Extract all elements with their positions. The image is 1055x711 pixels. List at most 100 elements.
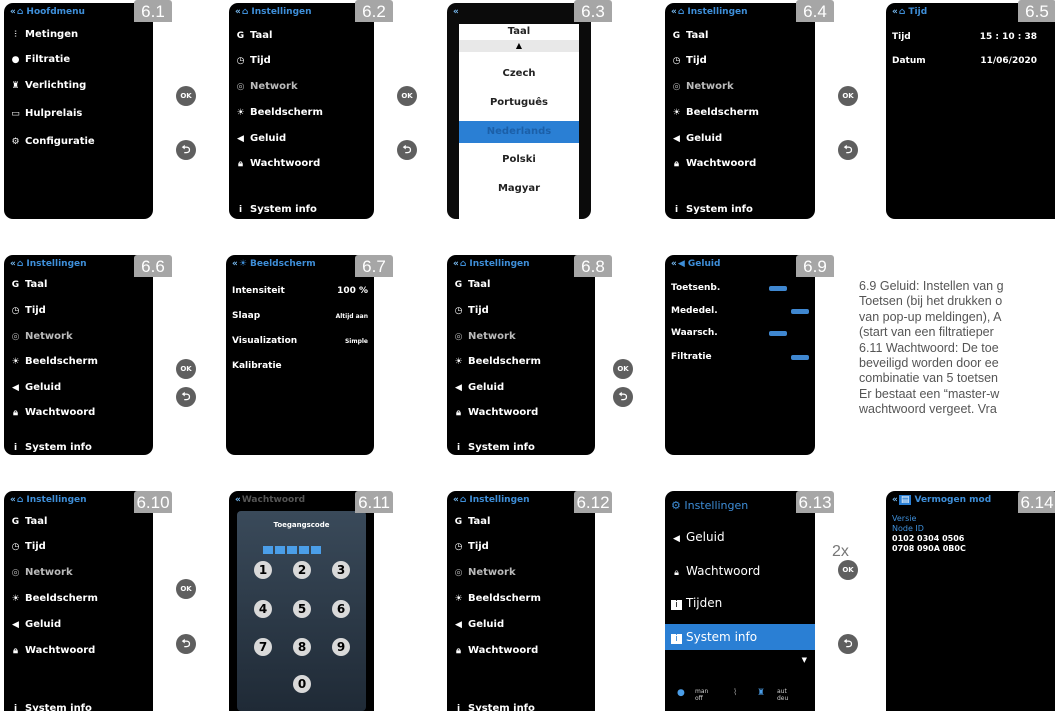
menu-item-system-info[interactable]: i System info (453, 442, 535, 453)
scroll-down-arrow-icon[interactable]: ▼ (802, 656, 807, 664)
key-1[interactable]: 1 (254, 561, 272, 579)
key-3[interactable]: 3 (332, 561, 350, 579)
key-7[interactable]: 7 (254, 638, 272, 656)
menu-item-taal[interactable]: G Taal (671, 30, 709, 41)
back-arrows-icon[interactable]: « (892, 7, 898, 17)
key-0[interactable]: 0 (293, 675, 311, 693)
menu-item-system-info[interactable]: i System info (10, 442, 92, 453)
menu-item-system-info[interactable]: i System info (235, 204, 317, 215)
menu-item-tijd[interactable]: ◷ Tijd (235, 55, 271, 66)
back-arrows-icon[interactable]: « (10, 7, 16, 17)
sound-row-mededel[interactable]: Mededel. (671, 306, 809, 316)
setting-row-slaap[interactable]: Slaap Altijd aan (232, 311, 368, 321)
date-row[interactable]: Datum 11/06/2020 (892, 56, 1037, 66)
back-button[interactable]: ⮌ (176, 387, 196, 407)
menu-item-beeldscherm[interactable]: ☀ Beeldscherm (453, 593, 540, 604)
menu-item-geluid[interactable]: ◀ Geluid (10, 382, 61, 393)
ok-button[interactable]: OK (176, 359, 196, 379)
language-option[interactable]: Polski (459, 154, 579, 165)
toggle-switch[interactable] (769, 331, 787, 336)
menu-item-beeldscherm[interactable]: ☀ Beeldscherm (671, 107, 758, 118)
back-arrows-icon[interactable]: « (235, 7, 241, 17)
menu-item-beeldscherm[interactable]: ☀ Beeldscherm (235, 107, 322, 118)
back-button[interactable]: ⮌ (838, 140, 858, 160)
menu-item-network[interactable]: ◎ Network (10, 567, 73, 578)
setting-row-intensiteit[interactable]: Intensiteit 100 % (232, 286, 368, 296)
ok-button[interactable]: OK (176, 579, 196, 599)
menu-item-wachtwoord[interactable]: 🔒︎ Wachtwoord (671, 564, 760, 578)
menu-item-system-info-selected[interactable]: i System info (665, 624, 815, 650)
menu-item-taal[interactable]: G Taal (453, 516, 491, 527)
menu-item-tijden[interactable]: i Tijden (671, 596, 722, 610)
key-9[interactable]: 9 (332, 638, 350, 656)
menu-item-beeldscherm[interactable]: ☀ Beeldscherm (453, 356, 540, 367)
toggle-switch[interactable] (769, 286, 787, 291)
sound-row-filtratie[interactable]: Filtratie (671, 352, 809, 362)
menu-item-geluid[interactable]: ◀ Geluid (235, 133, 286, 144)
menu-item-tijd[interactable]: ◷ Tijd (10, 305, 46, 316)
menu-item-taal[interactable]: G Taal (10, 279, 48, 290)
menu-item-hulprelais[interactable]: ▭ Hulprelais (10, 108, 82, 119)
menu-item-network[interactable]: ◎ Network (671, 81, 734, 92)
menu-item-geluid[interactable]: ◀ Geluid (10, 619, 61, 630)
back-arrows-icon[interactable]: « (10, 259, 16, 269)
toggle-switch[interactable] (791, 309, 809, 314)
back-button[interactable]: ⮌ (176, 634, 196, 654)
back-button[interactable]: ⮌ (176, 140, 196, 160)
menu-item-taal[interactable]: G Taal (235, 30, 273, 41)
key-4[interactable]: 4 (254, 600, 272, 618)
back-arrows-icon[interactable]: « (671, 7, 677, 17)
language-option[interactable]: Português (459, 97, 579, 108)
menu-item-wachtwoord[interactable]: 🔒︎ Wachtwoord (235, 158, 320, 169)
back-arrows-icon[interactable]: « (892, 495, 898, 505)
language-option-selected[interactable]: Nederlands (459, 121, 579, 143)
back-arrows-icon[interactable]: « (453, 495, 459, 505)
menu-item-network[interactable]: ◎ Network (235, 81, 298, 92)
time-row[interactable]: Tijd 15 : 10 : 38 (892, 32, 1037, 42)
setting-row-kalibratie[interactable]: Kalibratie (232, 361, 368, 371)
scroll-up-button[interactable]: ▲ (459, 40, 579, 52)
menu-item-tijd[interactable]: ◷ Tijd (453, 541, 489, 552)
back-arrows-icon[interactable]: « (671, 259, 677, 269)
back-button[interactable]: ⮌ (397, 140, 417, 160)
menu-item-network[interactable]: ◎ Network (10, 331, 73, 342)
menu-item-geluid[interactable]: ◀ Geluid (671, 530, 725, 544)
menu-item-wachtwoord[interactable]: 🔒︎ Wachtwoord (453, 645, 538, 656)
back-button[interactable]: ⮌ (838, 634, 858, 654)
menu-item-tijd[interactable]: ◷ Tijd (10, 541, 46, 552)
menu-item-wachtwoord[interactable]: 🔒︎ Wachtwoord (10, 645, 95, 656)
language-option[interactable]: Czech (459, 68, 579, 79)
menu-item-system-info[interactable]: i System info (10, 703, 92, 711)
menu-item-system-info[interactable]: i System info (671, 204, 753, 215)
menu-item-geluid[interactable]: ◀ Geluid (453, 382, 504, 393)
ok-button[interactable]: OK (613, 359, 633, 379)
menu-item-beeldscherm[interactable]: ☀ Beeldscherm (10, 593, 97, 604)
ok-button[interactable]: OK (838, 86, 858, 106)
key-8[interactable]: 8 (293, 638, 311, 656)
back-arrows-icon[interactable]: « (453, 259, 459, 269)
ok-button[interactable]: OK (838, 560, 858, 580)
key-2[interactable]: 2 (293, 561, 311, 579)
menu-item-network[interactable]: ◎ Network (453, 331, 516, 342)
back-button[interactable]: ⮌ (613, 387, 633, 407)
ok-button[interactable]: OK (397, 86, 417, 106)
back-arrows-icon[interactable]: « (10, 495, 16, 505)
menu-item-filtratie[interactable]: ● Filtratie (10, 54, 71, 65)
key-5[interactable]: 5 (293, 600, 311, 618)
ok-button[interactable]: OK (176, 86, 196, 106)
menu-item-taal[interactable]: G Taal (10, 516, 48, 527)
menu-item-wachtwoord[interactable]: 🔒︎ Wachtwoord (10, 407, 95, 418)
menu-item-taal[interactable]: G Taal (453, 279, 491, 290)
setting-row-visualization[interactable]: Visualization Simple (232, 336, 368, 346)
sound-row-waarsch[interactable]: Waarsch. (671, 328, 809, 338)
menu-item-system-info[interactable]: i System info (453, 703, 535, 711)
back-arrows-icon[interactable]: « (453, 7, 459, 17)
menu-item-wachtwoord[interactable]: 🔒︎ Wachtwoord (671, 158, 756, 169)
menu-item-beeldscherm[interactable]: ☀ Beeldscherm (10, 356, 97, 367)
back-arrows-icon[interactable]: « (235, 495, 241, 505)
menu-item-network[interactable]: ◎ Network (453, 567, 516, 578)
menu-item-verlichting[interactable]: ♜ Verlichting (10, 80, 86, 91)
menu-item-tijd[interactable]: ◷ Tijd (671, 55, 707, 66)
toggle-switch[interactable] (791, 355, 809, 360)
language-option[interactable]: Magyar (459, 183, 579, 194)
